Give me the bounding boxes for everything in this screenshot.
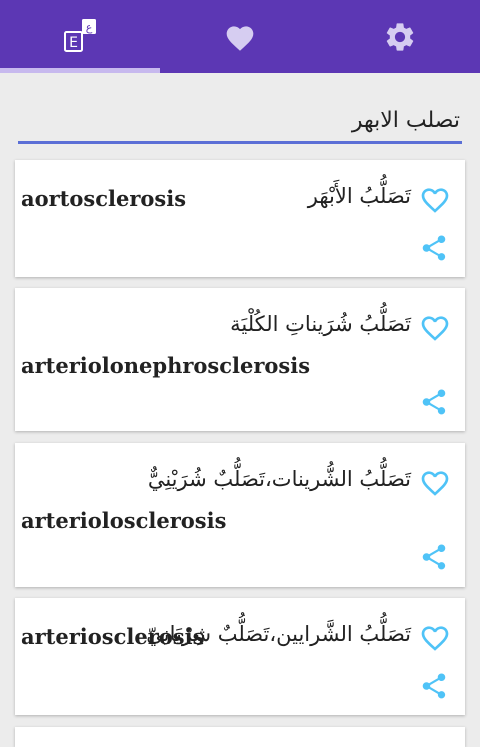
search-field (18, 100, 462, 144)
english-term: aortosclerosis (21, 186, 187, 211)
favorite-heart-icon[interactable] (419, 312, 451, 342)
english-term: arteriolonephrosclerosis (21, 353, 311, 378)
arabic-term: تَصَلُّبُ الشُّرينات،تَصَلُّبٌ شُرَيْنِي… (147, 467, 411, 491)
search-input[interactable] (18, 100, 462, 140)
gear-icon (386, 22, 414, 51)
dictionary-icon: ع E (64, 18, 96, 52)
favorite-heart-icon[interactable] (419, 622, 451, 652)
result-card-partial[interactable] (15, 727, 465, 747)
result-card[interactable]: تَصَلُّبُ الشَّرايين،تَصَلُّبٌ شِرْيَانِ… (15, 598, 465, 715)
english-term: arteriolosclerosis (21, 508, 227, 533)
share-icon[interactable] (419, 232, 449, 264)
result-card[interactable]: تَصَلُّبُ الأَبْهَر aortosclerosis (15, 160, 465, 277)
share-icon[interactable] (419, 386, 449, 418)
svg-text:ع: ع (86, 21, 93, 34)
arabic-term: تَصَلُّبُ الأَبْهَر (307, 184, 411, 208)
favorite-heart-icon[interactable] (419, 184, 451, 214)
english-term: arteriosclerosis (21, 624, 205, 649)
heart-icon (226, 25, 254, 51)
tab-favorites[interactable] (160, 0, 320, 73)
share-icon[interactable] (419, 541, 449, 573)
arabic-term: تَصَلُّبُ شُرَيناتِ الكُلْيَة (230, 312, 411, 336)
result-card[interactable]: تَصَلُّبُ الشُّرينات،تَصَلُّبٌ شُرَيْنِي… (15, 443, 465, 587)
result-card[interactable]: تَصَلُّبُ شُرَيناتِ الكُلْيَة arteriolon… (15, 288, 465, 431)
favorite-heart-icon[interactable] (419, 467, 451, 497)
top-tab-bar: ع E (0, 0, 480, 73)
svg-text:E: E (69, 35, 78, 51)
selected-tab-indicator (0, 68, 160, 73)
tab-dictionary[interactable]: ع E (0, 0, 160, 73)
tab-settings[interactable] (320, 0, 480, 73)
search-underline (18, 141, 462, 144)
share-icon[interactable] (419, 670, 449, 702)
